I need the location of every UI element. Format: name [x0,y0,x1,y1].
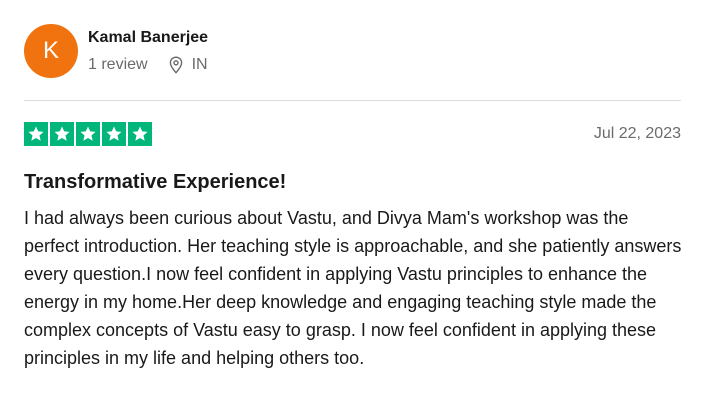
review-date: Jul 22, 2023 [593,125,681,142]
reviewer-name[interactable]: Kamal Banerjee [88,28,208,48]
avatar[interactable]: K [24,24,78,78]
review-card: K Kamal Banerjee 1 review IN Jul 22, 202… [0,0,712,410]
review-body: I had always been curious about Vastu, a… [24,208,682,368]
star-icon [76,122,100,146]
star-icon [24,122,48,146]
location-pin-icon [168,56,184,74]
reviewer-info: Kamal Banerjee 1 review IN [88,28,208,75]
reviewer-header: K Kamal Banerjee 1 review IN [24,24,208,78]
star-icon [102,122,126,146]
review-title[interactable]: Transformative Experience! [24,170,286,194]
review-count: 1 review [88,56,148,73]
star-icon [128,122,152,146]
reviewer-meta: 1 review IN [88,55,208,75]
star-rating [24,122,154,146]
reviewer-country: IN [191,56,208,73]
star-icon [50,122,74,146]
divider [24,100,681,101]
